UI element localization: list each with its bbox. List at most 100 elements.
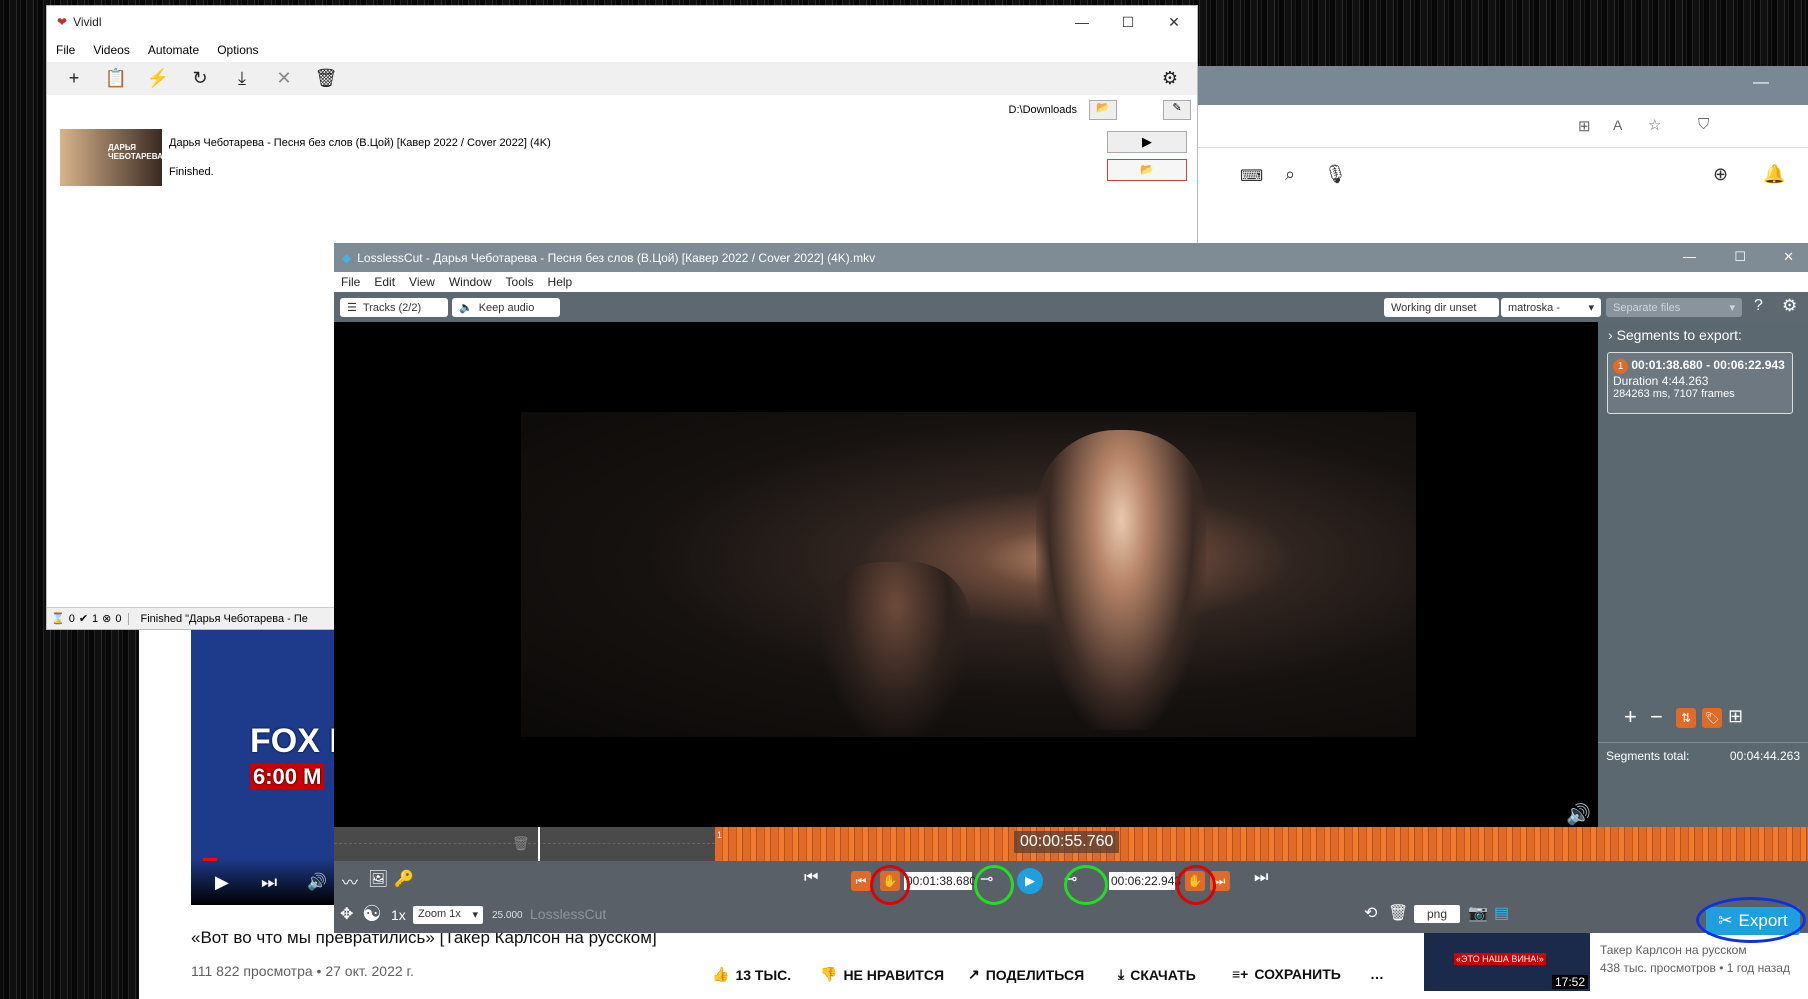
close-button[interactable]: ✕: [1783, 249, 1794, 265]
download-button[interactable]: ⤓ СКАЧАТЬ: [1118, 966, 1196, 983]
item-status: Finished.: [169, 166, 214, 178]
progress-bar[interactable]: [203, 858, 217, 861]
jump-end-icon[interactable]: ⏭: [1254, 869, 1268, 887]
help-icon[interactable]: ?: [1754, 297, 1763, 315]
volume-icon[interactable]: 🔊: [307, 872, 327, 892]
jump-segment-start-icon[interactable]: ⏮: [851, 871, 871, 891]
menu-view[interactable]: View: [402, 275, 442, 289]
play-button[interactable]: ▶: [1017, 868, 1043, 894]
thumbnails-icon[interactable]: 🖼: [368, 869, 388, 889]
minimize-button[interactable]: —: [1059, 6, 1105, 38]
split-segment-icon[interactable]: ⊞: [1728, 706, 1743, 727]
close-button[interactable]: ✕: [1151, 6, 1197, 38]
camera-icon[interactable]: 📷: [1468, 903, 1488, 923]
delete-icon[interactable]: 🗑: [305, 68, 347, 89]
menu-edit[interactable]: Edit: [367, 275, 402, 289]
speed-label[interactable]: 1x: [391, 907, 406, 923]
export-mode-icon[interactable]: ▤: [1494, 903, 1509, 923]
mouse-icon[interactable]: ✥: [340, 904, 353, 924]
video-player[interactable]: 🔊: [334, 322, 1598, 827]
menu-file[interactable]: File: [47, 43, 84, 57]
favorite-icon[interactable]: ☆: [1648, 116, 1661, 134]
keyframes-icon[interactable]: 🔑: [394, 869, 414, 889]
tag-icon[interactable]: 🏷: [1702, 708, 1722, 728]
next-icon[interactable]: ⏭: [261, 872, 277, 893]
menu-tools[interactable]: Tools: [499, 275, 541, 289]
download-path: D:\Downloads: [1008, 104, 1077, 116]
add-segment-icon[interactable]: +: [1624, 704, 1637, 730]
current-time: 00:00:55.760: [1014, 831, 1120, 853]
jump-start-icon[interactable]: ⏮: [804, 869, 818, 887]
error-icon: ⊗: [102, 613, 112, 625]
tracks-button[interactable]: ☰ Tracks (2/2): [340, 298, 448, 317]
menu-automate[interactable]: Automate: [139, 43, 208, 57]
losslesscut-window: ◆ LosslessCut - Дарья Чеботарева - Песня…: [334, 243, 1808, 943]
keep-audio-button[interactable]: 🔈 Keep audio: [452, 298, 560, 317]
open-folder-button[interactable]: 📂: [1089, 100, 1117, 120]
vividl-title: Vividl: [73, 15, 102, 29]
keyboard-icon[interactable]: ⌨: [1240, 166, 1263, 186]
search-icon[interactable]: ⌕: [1285, 164, 1295, 185]
segments-header: › Segments to export:: [1608, 327, 1742, 343]
dislike-button[interactable]: 👎 НЕ НРАВИТСЯ: [820, 966, 944, 983]
segment-card[interactable]: 1 00:01:38.680 - 00:06:22.943 Duration 4…: [1607, 352, 1793, 414]
cut-end-time[interactable]: 00:06:22.943: [1109, 872, 1181, 890]
settings-gear-icon[interactable]: ⚙: [1782, 296, 1797, 316]
hourglass-icon: ⌛: [51, 613, 65, 625]
chevron-down-icon: ▾: [472, 909, 478, 921]
minimize-icon[interactable]: —: [1753, 74, 1769, 92]
maximize-button[interactable]: ☐: [1734, 249, 1746, 265]
yin-yang-icon[interactable]: ☯: [362, 901, 382, 927]
lightning-icon[interactable]: ⚡: [137, 68, 179, 89]
minimize-button[interactable]: —: [1683, 249, 1696, 264]
reorder-segments-icon[interactable]: ⇅: [1676, 708, 1696, 728]
volume-icon[interactable]: 🔊: [1566, 802, 1591, 827]
share-button[interactable]: ↗ ПОДЕЛИТЬСЯ: [968, 966, 1084, 983]
refresh-icon[interactable]: ↻: [179, 68, 221, 89]
edit-path-button[interactable]: ✎: [1163, 100, 1191, 120]
shield-icon[interactable]: ⛉: [1698, 116, 1709, 133]
create-video-icon[interactable]: ⊕: [1713, 164, 1728, 185]
output-mode-select[interactable]: Separate files ▾: [1606, 298, 1742, 317]
recommended-thumbnail[interactable]: «ЭТО НАША ВИНА!» 17:52: [1424, 933, 1590, 991]
menu-file[interactable]: File: [334, 275, 367, 289]
menu-window[interactable]: Window: [442, 275, 499, 289]
download-icon[interactable]: ⤓: [221, 68, 263, 89]
playhead[interactable]: [538, 827, 540, 861]
maximize-button[interactable]: ☐: [1105, 6, 1151, 38]
timeline[interactable]: 🗑 1 00:00:55.760: [334, 827, 1808, 861]
red-highlight-circle: [1176, 865, 1216, 905]
add-icon[interactable]: +: [53, 68, 95, 89]
like-button[interactable]: 👍 13 ТЫС.: [712, 966, 791, 983]
more-button[interactable]: …: [1370, 966, 1384, 982]
microphone-icon[interactable]: 🎙: [1324, 164, 1347, 185]
apps-icon[interactable]: ⊞: [1578, 117, 1591, 135]
zoom-select[interactable]: Zoom 1x ▾: [413, 906, 483, 924]
waveform-icon[interactable]: 〰: [342, 869, 358, 893]
yt-search-area: [1198, 156, 1398, 201]
snapshot-format[interactable]: png: [1414, 905, 1460, 923]
format-select[interactable]: matroska - ▾: [1501, 298, 1601, 317]
segment-range[interactable]: 1: [715, 827, 1808, 861]
delete-source-icon[interactable]: 🗑: [1388, 903, 1408, 923]
rotate-icon[interactable]: ⟲: [1364, 903, 1377, 923]
paste-icon[interactable]: 📋: [95, 68, 137, 89]
menu-options[interactable]: Options: [208, 43, 267, 57]
open-file-button[interactable]: 📂: [1107, 159, 1187, 181]
check-icon: ✔: [78, 613, 89, 625]
working-dir-button[interactable]: Working dir unset: [1384, 298, 1499, 317]
menu-help[interactable]: Help: [541, 275, 580, 289]
recommended-title[interactable]: Такер Карлсон на русском: [1600, 943, 1747, 957]
save-button[interactable]: ≡+ СОХРАНИТЬ: [1232, 966, 1341, 982]
play-button[interactable]: ▶: [1107, 131, 1187, 153]
menu-videos[interactable]: Videos: [84, 43, 138, 57]
read-aloud-icon[interactable]: A: [1613, 117, 1622, 133]
cut-start-time[interactable]: 00:01:38.680: [904, 872, 976, 890]
recommended-meta: 438 тыс. просмотров • 1 год назад: [1600, 961, 1790, 975]
remove-segment-icon[interactable]: −: [1650, 704, 1663, 730]
green-highlight-circle: [974, 865, 1014, 905]
play-icon[interactable]: ▶: [215, 872, 229, 893]
cancel-icon[interactable]: ✕: [263, 68, 305, 89]
settings-gear-icon[interactable]: ⚙: [1149, 68, 1191, 89]
notifications-icon[interactable]: 🔔: [1763, 164, 1785, 185]
